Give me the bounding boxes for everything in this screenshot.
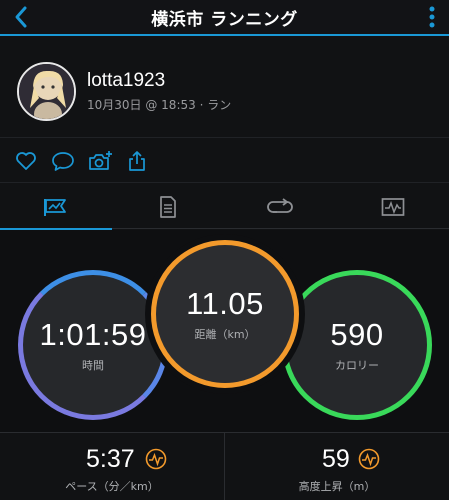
summary-flag-icon xyxy=(44,198,66,216)
calories-label: カロリー xyxy=(335,359,379,372)
elevation-pulse-icon xyxy=(358,448,380,470)
pace-label: ペース（分／km） xyxy=(65,480,159,493)
elevation-value: 59 xyxy=(322,445,350,473)
tab-charts[interactable] xyxy=(337,184,449,229)
document-icon xyxy=(160,195,176,218)
avatar-image xyxy=(19,64,74,119)
time-value: 1:01:59 xyxy=(39,317,147,352)
tab-summary[interactable] xyxy=(0,184,112,230)
metric-rings: 1:01:59 時間 590 カロリー 11.05 距離（km） xyxy=(0,230,449,432)
pace-stat[interactable]: 5:37 ペース（分／km） xyxy=(0,433,224,500)
activity-owner: lotta1923 10月30日 @ 18:53 · ラン xyxy=(0,38,449,138)
pace-pulse-icon xyxy=(145,448,167,470)
page-title: 横浜市 ランニング xyxy=(151,10,298,30)
comment-icon xyxy=(52,152,74,171)
username[interactable]: lotta1923 xyxy=(87,70,165,92)
pace-value: 5:37 xyxy=(86,445,135,473)
chart-icon xyxy=(381,197,405,216)
kebab-menu-icon xyxy=(429,6,435,28)
like-button[interactable] xyxy=(14,149,38,173)
tab-laps[interactable] xyxy=(224,184,336,229)
social-actions xyxy=(0,139,449,183)
distance-label: 距離（km） xyxy=(194,328,256,341)
add-photo-button[interactable] xyxy=(88,149,114,173)
comment-button[interactable] xyxy=(51,149,75,173)
time-label: 時間 xyxy=(82,359,104,372)
share-icon xyxy=(129,151,145,171)
time-ring[interactable]: 1:01:59 時間 xyxy=(18,270,168,420)
share-button[interactable] xyxy=(125,149,149,173)
tab-details[interactable] xyxy=(112,184,224,229)
top-bar: 横浜市 ランニング xyxy=(0,0,449,36)
elevation-stat[interactable]: 59 高度上昇（m） xyxy=(225,433,449,500)
distance-value: 11.05 xyxy=(186,286,264,321)
heart-icon xyxy=(16,152,36,170)
stats-row: 5:37 ペース（分／km） 59 高度上昇（m） xyxy=(0,432,449,500)
laps-loop-icon xyxy=(267,197,293,213)
activity-date: 10月30日 @ 18:53 · ラン xyxy=(87,98,232,112)
camera-add-icon xyxy=(89,151,112,170)
calories-value: 590 xyxy=(330,317,384,352)
avatar[interactable] xyxy=(17,62,76,121)
calories-ring[interactable]: 590 カロリー xyxy=(282,270,432,420)
more-menu-button[interactable] xyxy=(425,3,439,31)
elevation-label: 高度上昇（m） xyxy=(298,480,376,493)
distance-ring[interactable]: 11.05 距離（km） xyxy=(151,240,299,388)
activity-tabs xyxy=(0,184,449,230)
